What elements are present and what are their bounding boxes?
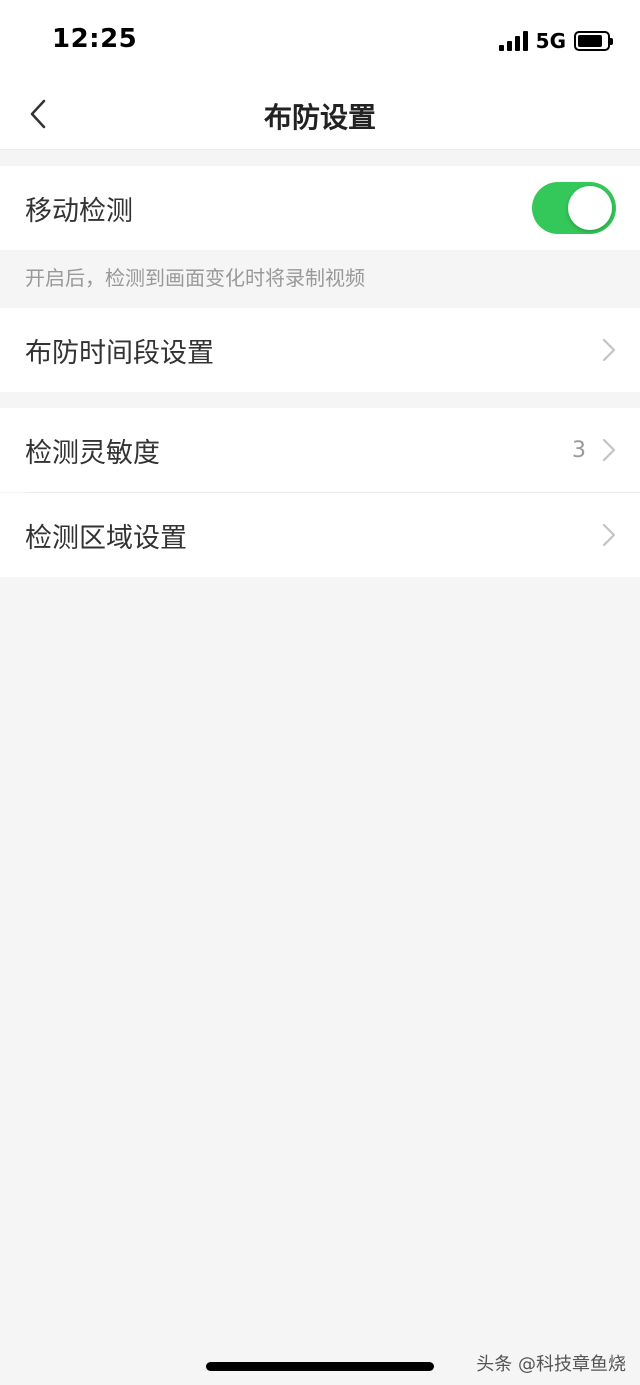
chevron-right-icon <box>602 523 616 547</box>
schedule-setting-label: 布防时间段设置 <box>25 337 214 369</box>
schedule-setting-row[interactable]: 布防时间段设置 <box>0 308 640 392</box>
chevron-right-icon <box>602 338 616 362</box>
screen: 12:25 5G 布防设置 移动检测 开启后，检测到画面变化时将录制视频 布防时… <box>0 0 640 1385</box>
home-indicator[interactable] <box>206 1362 434 1371</box>
network-label: 5G <box>535 29 566 53</box>
motion-detection-hint: 开启后，检测到画面变化时将录制视频 <box>25 266 365 290</box>
chevron-right-icon <box>602 438 616 462</box>
watermark: 头条 @科技章鱼烧 <box>476 1354 626 1375</box>
page-title: 布防设置 <box>263 101 376 134</box>
motion-detection-row: 移动检测 <box>0 166 640 250</box>
status-bar: 12:25 5G <box>0 0 640 78</box>
signal-icon <box>498 31 528 51</box>
nav-bar: 布防设置 <box>0 78 640 150</box>
sensitivity-row[interactable]: 检测灵敏度 3 <box>0 408 640 492</box>
battery-icon <box>574 31 613 51</box>
toggle-knob <box>568 186 612 230</box>
motion-detection-toggle[interactable] <box>532 182 616 234</box>
motion-detection-label: 移动检测 <box>25 195 133 227</box>
status-time: 12:25 <box>52 24 138 54</box>
sensitivity-label: 检测灵敏度 <box>25 437 160 469</box>
sensitivity-value: 3 <box>572 437 586 463</box>
detection-area-label: 检测区域设置 <box>25 522 187 554</box>
detection-area-row[interactable]: 检测区域设置 <box>0 493 640 577</box>
status-indicators: 5G <box>498 28 613 54</box>
